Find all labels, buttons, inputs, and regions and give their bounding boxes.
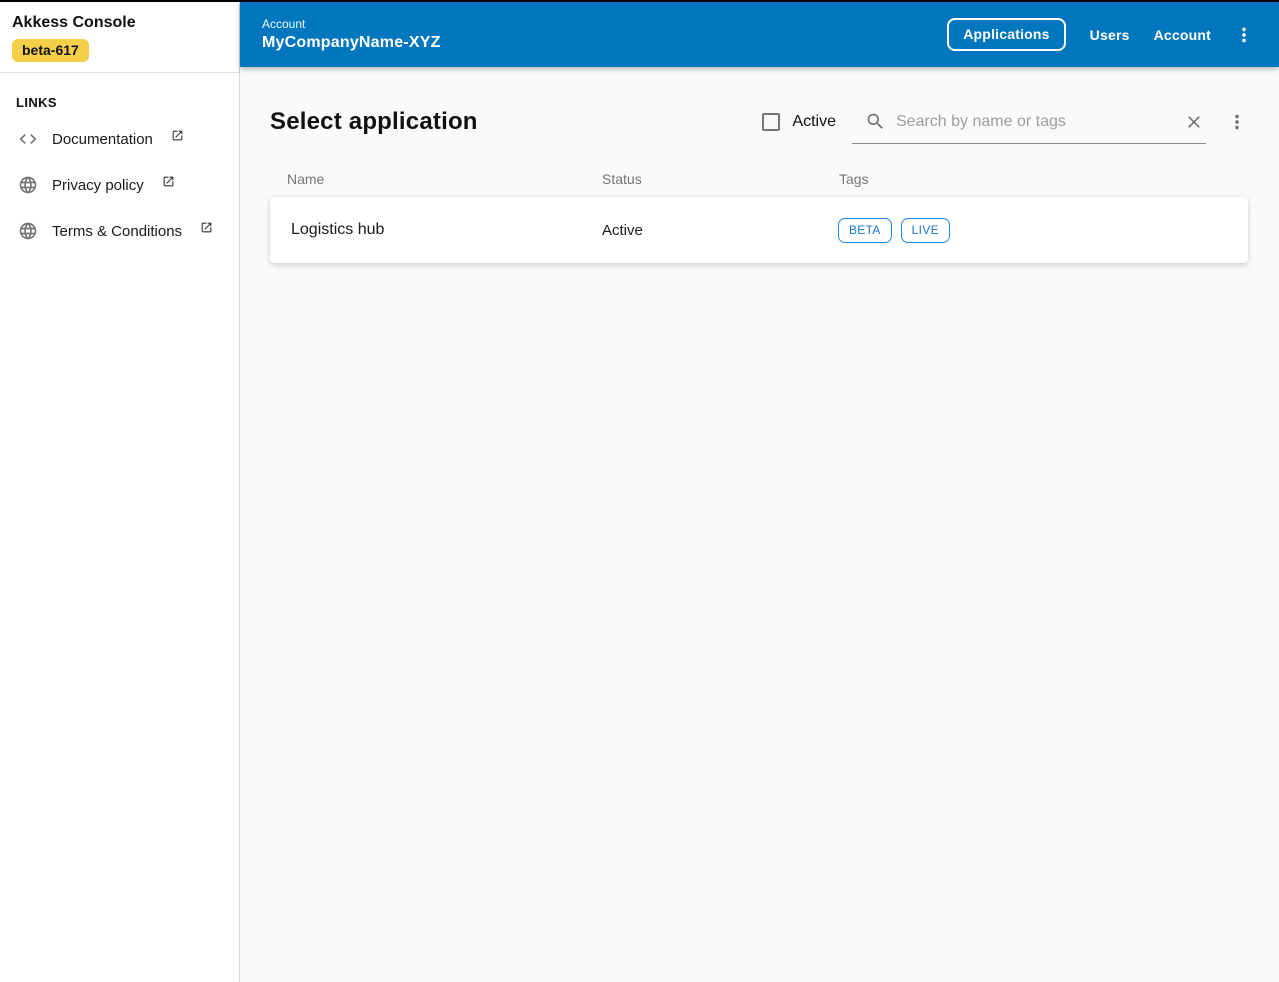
app-title: Akkess Console <box>12 14 136 31</box>
top-nav: Applications Users Account <box>947 18 1255 51</box>
table-header: Name Status Tags <box>270 162 1248 195</box>
external-link-icon <box>162 175 175 188</box>
application-name: Logistics hub <box>291 221 385 238</box>
application-status: Active <box>602 221 643 239</box>
external-link-icon <box>200 221 213 234</box>
clear-search-icon[interactable] <box>1184 112 1204 132</box>
account-eyebrow: Account <box>262 17 306 31</box>
sidebar-item-label: Privacy policy <box>52 176 144 194</box>
sidebar-item-label: Documentation <box>52 130 153 148</box>
account-block: Account MyCompanyName-XYZ <box>262 17 441 52</box>
sidebar-item-documentation[interactable]: Documentation <box>0 116 239 162</box>
sidebar-nav: Documentation Privacy policy Terms & Con… <box>0 116 239 254</box>
globe-icon <box>18 221 38 241</box>
app-header: Account MyCompanyName-XYZ Applications U… <box>240 2 1279 67</box>
sidebar-item-terms-and-conditions[interactable]: Terms & Conditions <box>0 208 239 254</box>
header-overflow-menu-icon[interactable] <box>1233 24 1255 46</box>
search-icon <box>865 111 886 132</box>
column-header-status: Status <box>602 170 642 187</box>
sidebar-header: Akkess Console beta-617 <box>0 2 239 72</box>
table-row[interactable]: Logistics hub Active BETA LIVE <box>270 197 1248 263</box>
list-options-menu-icon[interactable] <box>1226 111 1248 133</box>
toolbar: Select application Active <box>270 100 1248 144</box>
external-link-icon <box>171 129 184 142</box>
active-filter[interactable]: Active <box>762 113 836 131</box>
beta-badge: beta-617 <box>12 39 89 62</box>
content-area: Select application Active Search by name… <box>240 67 1279 982</box>
application-tags: BETA LIVE <box>838 217 1248 243</box>
page-title: Select application <box>270 108 478 135</box>
search-input[interactable] <box>896 112 1174 131</box>
nav-applications[interactable]: Applications <box>947 18 1066 51</box>
column-header-tags: Tags <box>839 170 869 187</box>
tag-chip: LIVE <box>900 217 950 243</box>
active-checkbox[interactable] <box>762 113 781 131</box>
nav-account[interactable]: Account <box>1154 27 1211 43</box>
account-name: MyCompanyName-XYZ <box>262 34 441 51</box>
code-icon <box>18 129 38 149</box>
nav-users[interactable]: Users <box>1090 27 1130 43</box>
sidebar: Akkess Console beta-617 LINKS Documentat… <box>0 2 240 982</box>
sidebar-item-label: Terms & Conditions <box>52 222 183 240</box>
search-field <box>852 100 1206 144</box>
tag-chip: BETA <box>838 217 892 243</box>
sidebar-item-privacy-policy[interactable]: Privacy policy <box>0 162 239 208</box>
column-header-name: Name <box>287 170 325 187</box>
links-section-title: LINKS <box>16 95 57 110</box>
active-filter-label: Active <box>792 113 836 130</box>
globe-icon <box>18 175 38 195</box>
